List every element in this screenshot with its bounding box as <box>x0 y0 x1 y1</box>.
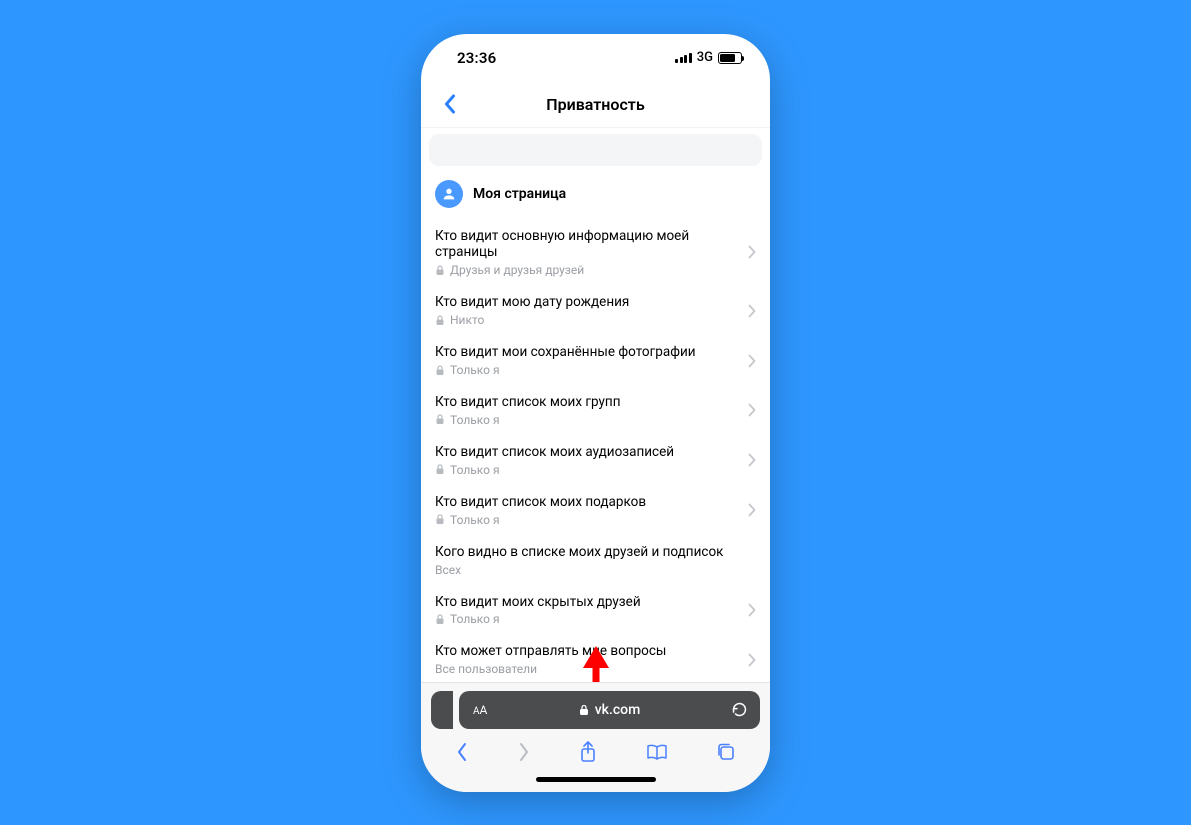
tabs-icon <box>716 742 736 762</box>
setting-value: Только я <box>435 463 736 477</box>
setting-text: Кто видит основную информацию моей стран… <box>435 228 736 278</box>
setting-text: Кто видит моих скрытых друзейТолько я <box>435 594 736 627</box>
chevron-left-icon <box>455 742 469 762</box>
book-icon <box>646 743 668 761</box>
setting-value-text: Всех <box>435 563 461 577</box>
reload-icon <box>731 701 748 718</box>
setting-row[interactable]: Кто видит основную информацию моей стран… <box>421 220 770 287</box>
setting-value: Только я <box>435 612 736 626</box>
setting-label: Кто может отправлять мне вопросы <box>435 643 736 660</box>
aa-text-size-button[interactable]: AA <box>473 703 487 717</box>
setting-label: Кто видит список моих аудиозаписей <box>435 444 736 461</box>
setting-label: Кто видит моих скрытых друзей <box>435 594 736 611</box>
setting-row[interactable]: Кто видит список моих подарков Только я <box>421 486 770 536</box>
setting-label: Кто видит мои сохранённые фотографии <box>435 344 736 361</box>
setting-label: Кого видно в списке моих друзей и подпис… <box>435 544 756 561</box>
chevron-right-icon <box>517 742 531 762</box>
url-row: AA vk.com <box>431 691 760 729</box>
share-icon <box>579 741 597 763</box>
chevron-right-icon <box>748 453 756 467</box>
setting-value-text: Только я <box>450 363 500 377</box>
setting-label: Кто видит список моих подарков <box>435 494 736 511</box>
setting-label: Кто видит основную информацию моей стран… <box>435 228 736 262</box>
setting-row[interactable]: Кто может отправлять мне вопросы Все поль… <box>421 635 770 681</box>
setting-value-text: Все пользователи <box>435 662 537 676</box>
lock-icon <box>435 415 445 425</box>
setting-value-text: Только я <box>450 413 500 427</box>
nav-back-button[interactable] <box>455 742 469 762</box>
setting-value: Только я <box>435 513 736 527</box>
section-header: Моя страница <box>421 176 770 220</box>
setting-text: Кого видно в списке моих друзей и подпис… <box>435 544 756 577</box>
settings-list: Кто видит основную информацию моей стран… <box>421 220 770 682</box>
setting-value: Все пользователи <box>435 662 736 676</box>
home-indicator[interactable] <box>536 777 656 782</box>
status-bar: 23:36 3G <box>421 34 770 82</box>
section-title: Моя страница <box>473 186 566 202</box>
setting-label: Кто видит мою дату рождения <box>435 294 736 311</box>
setting-label: Кто видит список моих групп <box>435 394 736 411</box>
setting-text: Кто видит список моих подарков Только я <box>435 494 736 527</box>
setting-value-text: Только я <box>450 513 500 527</box>
setting-text: Кто видит мои сохранённые фотографии Толь… <box>435 344 736 377</box>
profile-icon <box>435 180 463 208</box>
url-host: vk.com <box>579 702 641 718</box>
network-label: 3G <box>697 50 713 65</box>
chevron-right-icon <box>748 503 756 517</box>
setting-value-text: Никто <box>450 313 484 327</box>
chevron-right-icon <box>748 245 756 259</box>
page-title: Приватность <box>546 95 644 114</box>
setting-value: Только я <box>435 413 736 427</box>
browser-chrome: AA vk.com <box>421 682 770 792</box>
content-top-spacer <box>429 134 762 166</box>
setting-row[interactable]: Кто видит мою дату рождения Никто <box>421 286 770 336</box>
signal-icon <box>675 53 692 63</box>
chevron-left-icon <box>443 94 456 114</box>
content-area[interactable]: Моя страница Кто видит основную информац… <box>421 128 770 682</box>
setting-text: Кто видит мою дату рождения Никто <box>435 294 736 327</box>
lock-icon <box>435 515 445 525</box>
back-button[interactable] <box>431 82 467 127</box>
url-bar[interactable]: AA vk.com <box>459 691 760 729</box>
battery-icon <box>718 52 742 64</box>
nav-forward-button[interactable] <box>517 742 531 762</box>
sidebar-toggle-button[interactable] <box>431 691 453 729</box>
reload-button[interactable] <box>731 701 748 718</box>
safari-toolbar <box>431 729 760 775</box>
nav-header: Приватность <box>421 82 770 128</box>
chevron-right-icon <box>748 653 756 667</box>
setting-row[interactable]: Кто видит список моих аудиозаписей Только… <box>421 436 770 486</box>
lock-icon <box>435 365 445 375</box>
lock-icon <box>435 315 445 325</box>
setting-value-text: Только я <box>450 612 500 626</box>
chevron-right-icon <box>748 304 756 318</box>
setting-row[interactable]: Кто видит моих скрытых друзейТолько я <box>421 586 770 636</box>
setting-value-text: Только я <box>450 463 500 477</box>
setting-value-text: Друзья и друзья друзей <box>450 263 584 277</box>
setting-text: Кто видит список моих групп Только я <box>435 394 736 427</box>
setting-text: Кто может отправлять мне вопросы Все поль… <box>435 643 736 676</box>
setting-text: Кто видит список моих аудиозаписей Только… <box>435 444 736 477</box>
lock-icon <box>579 704 589 716</box>
setting-value: Друзья и друзья друзей <box>435 263 736 277</box>
setting-row[interactable]: Кто видит мои сохранённые фотографии Толь… <box>421 336 770 386</box>
url-host-text: vk.com <box>595 702 641 718</box>
status-time: 23:36 <box>457 49 496 67</box>
lock-icon <box>435 265 445 275</box>
chevron-right-icon <box>748 403 756 417</box>
status-right: 3G <box>675 50 742 65</box>
setting-row[interactable]: Кто видит список моих групп Только я <box>421 386 770 436</box>
setting-value: Только я <box>435 363 736 377</box>
phone-frame: 23:36 3G Приватность Моя страница Кто ви… <box>421 34 770 792</box>
chevron-right-icon <box>748 603 756 617</box>
lock-icon <box>435 465 445 475</box>
share-button[interactable] <box>579 741 597 763</box>
setting-value: Никто <box>435 313 736 327</box>
chevron-right-icon <box>748 354 756 368</box>
bookmarks-button[interactable] <box>646 743 668 761</box>
setting-row[interactable]: Кого видно в списке моих друзей и подпис… <box>421 536 770 586</box>
lock-icon <box>435 614 445 624</box>
tabs-button[interactable] <box>716 742 736 762</box>
setting-value: Всех <box>435 563 756 577</box>
